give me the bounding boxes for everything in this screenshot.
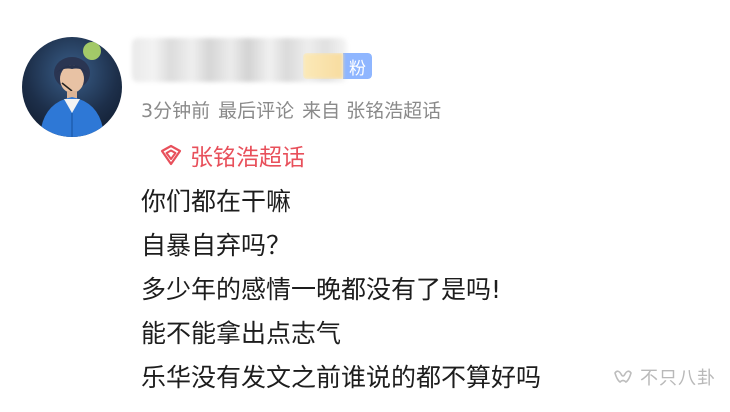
comment-line: 乐华没有发文之前谁说的都不算好吗: [141, 363, 542, 392]
fan-badge[interactable]: 粉: [303, 53, 372, 79]
post-time: 3分钟前: [141, 100, 211, 122]
comment-line: 你们都在干嘛: [141, 187, 292, 216]
weibo-comment-card: 粉 3分钟前 最后评论 来自 张铭浩超话 张铭浩超话 你们都在干嘛 自暴自弃吗？ 多…: [0, 0, 730, 412]
watermark-text: 不只八卦: [640, 368, 716, 389]
supertopic-label: 张铭浩超话: [190, 145, 305, 171]
comment-line: 多少年的感情一晚都没有了是吗!: [141, 275, 502, 304]
fan-level-blurred: [303, 53, 343, 79]
supertopic-link[interactable]: 张铭浩超话: [158, 138, 305, 172]
supertopic-icon: [160, 144, 182, 166]
post-source[interactable]: 来自 张铭浩超话: [302, 100, 441, 122]
avatar[interactable]: [22, 37, 122, 137]
wechat-channel-icon: [614, 370, 632, 384]
sort-label[interactable]: 最后评论: [218, 100, 294, 122]
fan-badge-label: 粉: [343, 53, 372, 79]
watermark: 不只八卦: [612, 364, 716, 390]
comment-meta: 3分钟前 最后评论 来自 张铭浩超话: [141, 96, 449, 123]
comment-body: 你们都在干嘛 自暴自弃吗？ 多少年的感情一晚都没有了是吗! 能不能拿出点志气 乐…: [141, 180, 541, 400]
comment-line: 能不能拿出点志气: [141, 319, 342, 348]
comment-line: 自暴自弃吗？: [141, 231, 292, 260]
avatar-photo: [40, 42, 104, 137]
